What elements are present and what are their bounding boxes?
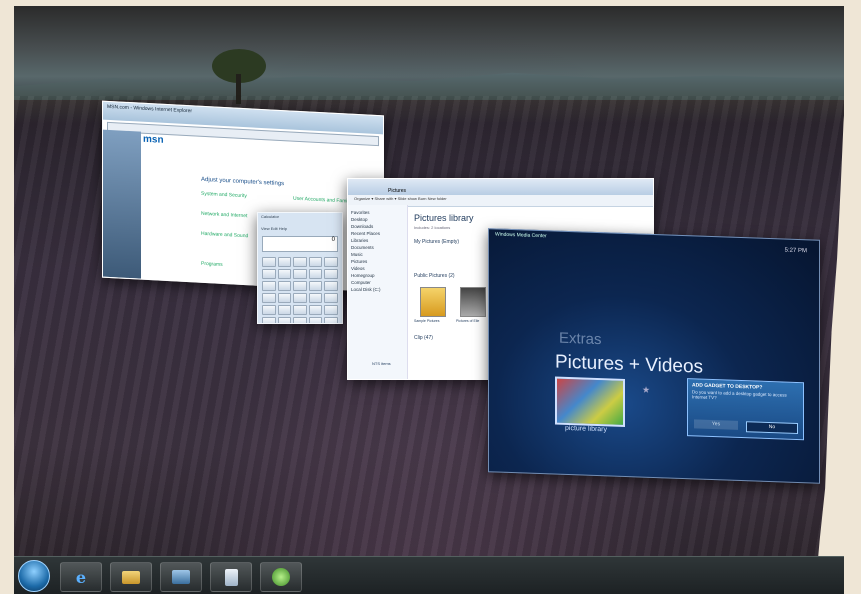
tile-label: picture library bbox=[565, 424, 608, 434]
settings-item[interactable]: System and Security bbox=[201, 191, 247, 199]
media-center-window[interactable]: Windows Media Center 5:27 PM Extras Pict… bbox=[488, 228, 820, 484]
window-title: Calculator bbox=[261, 214, 280, 219]
section-header: Clip (47) bbox=[414, 335, 433, 341]
thumb-label: Pictures of Elle bbox=[456, 319, 480, 323]
settings-item[interactable]: Hardware and Sound bbox=[201, 231, 248, 239]
clock: 5:27 PM bbox=[784, 247, 807, 255]
section-header: My Pictures (Empty) bbox=[414, 239, 460, 245]
settings-item[interactable]: Programs bbox=[201, 261, 223, 268]
control-panel-heading: Adjust your computer's settings bbox=[201, 176, 285, 188]
star-icon: ★ bbox=[642, 384, 651, 395]
paper-border bbox=[0, 0, 14, 593]
calculator-keypad[interactable] bbox=[258, 254, 342, 323]
calculator-menu[interactable]: View Edit Help bbox=[258, 225, 342, 234]
paper-border bbox=[0, 0, 861, 6]
thumb-label: Sample Pictures bbox=[414, 319, 440, 323]
yes-button[interactable]: Yes bbox=[694, 419, 738, 430]
sidebar-panel bbox=[103, 129, 141, 279]
desktop: MSN.com - Windows Internet Explorer msn … bbox=[14, 6, 844, 593]
status-bar: NTS items bbox=[372, 361, 391, 366]
calculator-window[interactable]: Calculator View Edit Help 0 bbox=[257, 212, 343, 324]
calculator-icon[interactable] bbox=[210, 562, 252, 592]
extras-menu[interactable]: Extras bbox=[559, 330, 602, 348]
library-title: Pictures library bbox=[414, 213, 474, 223]
library-subtitle: Includes: 2 locations bbox=[414, 225, 451, 230]
pictures-videos-menu[interactable]: Pictures + Videos bbox=[555, 352, 703, 379]
folder-icon[interactable] bbox=[110, 562, 152, 592]
explorer-titlebar: Pictures bbox=[348, 179, 653, 195]
no-button[interactable]: No bbox=[746, 421, 798, 435]
navigation-pane[interactable]: Favorites Desktop Downloads Recent Places L… bbox=[348, 205, 408, 379]
taskbar: e bbox=[14, 556, 844, 594]
distant-hills bbox=[14, 72, 844, 100]
calculator-display: 0 bbox=[262, 236, 338, 252]
msn-logo: msn bbox=[143, 133, 164, 146]
control-panel-icon[interactable] bbox=[160, 562, 202, 592]
settings-item[interactable]: Network and Internet bbox=[201, 211, 247, 219]
tree-icon bbox=[212, 49, 266, 104]
add-gadget-dialog: ADD GADGET TO DESKTOP? Do you want to ad… bbox=[687, 378, 804, 441]
folder-thumbnail[interactable] bbox=[420, 287, 446, 317]
section-header: Public Pictures (2) bbox=[414, 273, 455, 279]
picture-library-tile[interactable] bbox=[555, 376, 625, 427]
folder-thumbnail[interactable] bbox=[460, 287, 486, 317]
internet-explorer-icon[interactable]: e bbox=[60, 562, 102, 592]
start-button[interactable] bbox=[18, 560, 50, 592]
media-center-icon[interactable] bbox=[260, 562, 302, 592]
